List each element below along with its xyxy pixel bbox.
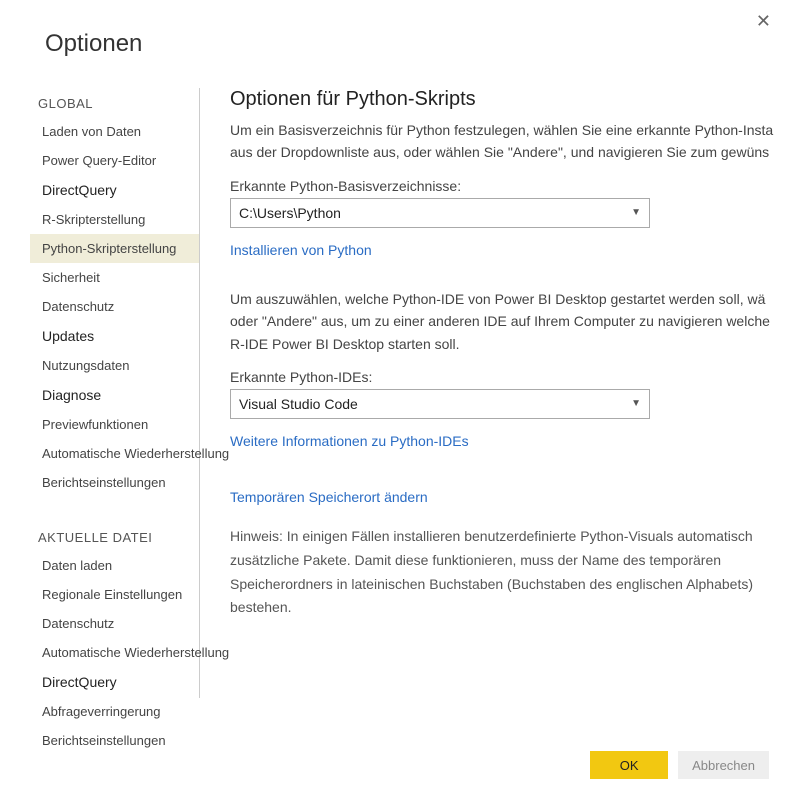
chevron-down-icon: ▼ xyxy=(631,398,641,409)
sidebar-item-diagnose[interactable]: Diagnose xyxy=(30,380,199,410)
sidebar-item-directquery-file[interactable]: DirectQuery xyxy=(30,667,199,697)
dialog-title: Optionen xyxy=(0,0,787,58)
close-icon[interactable]: ✕ xyxy=(752,8,775,34)
sidebar-item-datenschutz-file[interactable]: Datenschutz xyxy=(30,609,199,638)
page-title: Optionen für Python-Skripts xyxy=(230,88,787,111)
sidebar-item-auto-wiederherstellung[interactable]: Automatische Wiederherstellung xyxy=(30,439,199,468)
sidebar-item-updates[interactable]: Updates xyxy=(30,321,199,351)
intro-text: Um ein Basisverzeichnis für Python festz… xyxy=(230,119,787,164)
python-ide-value: Visual Studio Code xyxy=(239,396,358,412)
sidebar-section-aktuelle: AKTUELLE DATEI xyxy=(30,522,199,551)
hint-text: Hinweis: In einigen Fällen installieren … xyxy=(230,525,787,620)
chevron-down-icon: ▼ xyxy=(631,207,641,218)
dialog-footer: OK Abbrechen xyxy=(590,751,769,779)
sidebar-item-previewfunktionen[interactable]: Previewfunktionen xyxy=(30,410,199,439)
sidebar-section-global: GLOBAL xyxy=(30,88,199,117)
python-dir-label: Erkannte Python-Basisverzeichnisse: xyxy=(230,178,787,194)
sidebar-item-laden-von-daten[interactable]: Laden von Daten xyxy=(30,117,199,146)
ide-intro-text: Um auszuwählen, welche Python-IDE von Po… xyxy=(230,288,787,355)
sidebar-item-datenschutz[interactable]: Datenschutz xyxy=(30,292,199,321)
temp-location-link[interactable]: Temporären Speicherort ändern xyxy=(230,489,428,505)
sidebar-item-nutzungsdaten[interactable]: Nutzungsdaten xyxy=(30,351,199,380)
sidebar-item-regionale[interactable]: Regionale Einstellungen xyxy=(30,580,199,609)
sidebar: GLOBAL Laden von Daten Power Query-Edito… xyxy=(30,88,200,698)
python-ide-dropdown[interactable]: Visual Studio Code ▼ xyxy=(230,389,650,419)
sidebar-item-python-skripterstellung[interactable]: Python-Skripterstellung xyxy=(30,234,199,263)
sidebar-item-berichtseinstellungen-file[interactable]: Berichtseinstellungen xyxy=(30,726,199,755)
sidebar-item-power-query-editor[interactable]: Power Query-Editor xyxy=(30,146,199,175)
cancel-button[interactable]: Abbrechen xyxy=(678,751,769,779)
sidebar-item-r-skripterstellung[interactable]: R-Skripterstellung xyxy=(30,205,199,234)
sidebar-item-daten-laden[interactable]: Daten laden xyxy=(30,551,199,580)
sidebar-item-sicherheit[interactable]: Sicherheit xyxy=(30,263,199,292)
install-python-link[interactable]: Installieren von Python xyxy=(230,242,372,258)
python-dir-dropdown[interactable]: C:\Users\Python ▼ xyxy=(230,198,650,228)
ide-info-link[interactable]: Weitere Informationen zu Python-IDEs xyxy=(230,433,469,449)
sidebar-item-directquery[interactable]: DirectQuery xyxy=(30,175,199,205)
ok-button[interactable]: OK xyxy=(590,751,668,779)
python-dir-value: C:\Users\Python xyxy=(239,205,341,221)
content-panel: Optionen für Python-Skripts Um ein Basis… xyxy=(200,88,787,698)
sidebar-item-abfrageverringerung[interactable]: Abfrageverringerung xyxy=(30,697,199,726)
python-ide-label: Erkannte Python-IDEs: xyxy=(230,369,787,385)
sidebar-item-auto-wiederherstellung-file[interactable]: Automatische Wiederherstellung xyxy=(30,638,199,667)
sidebar-item-berichtseinstellungen[interactable]: Berichtseinstellungen xyxy=(30,468,199,497)
